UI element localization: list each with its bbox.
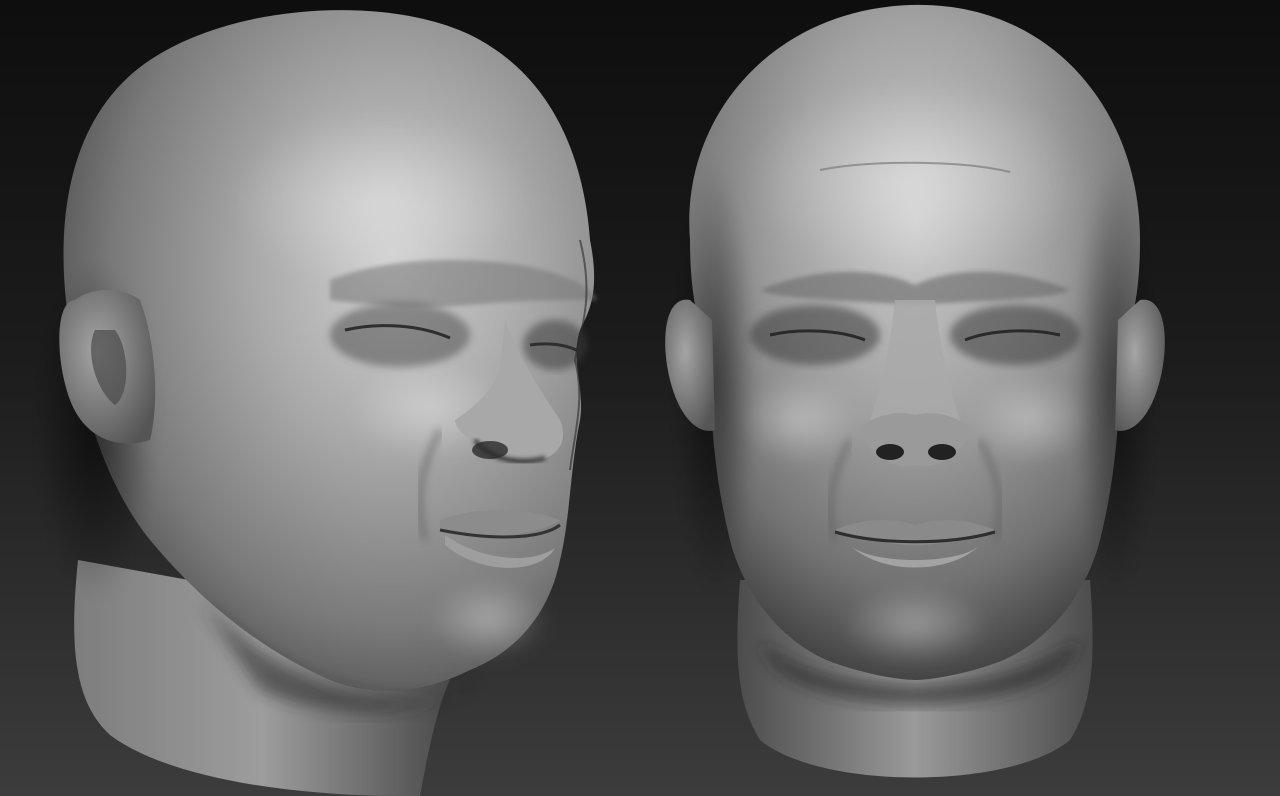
sculpt-render (0, 0, 1280, 796)
head-front-view (665, 4, 1165, 778)
sculpt-viewport (0, 0, 1280, 796)
